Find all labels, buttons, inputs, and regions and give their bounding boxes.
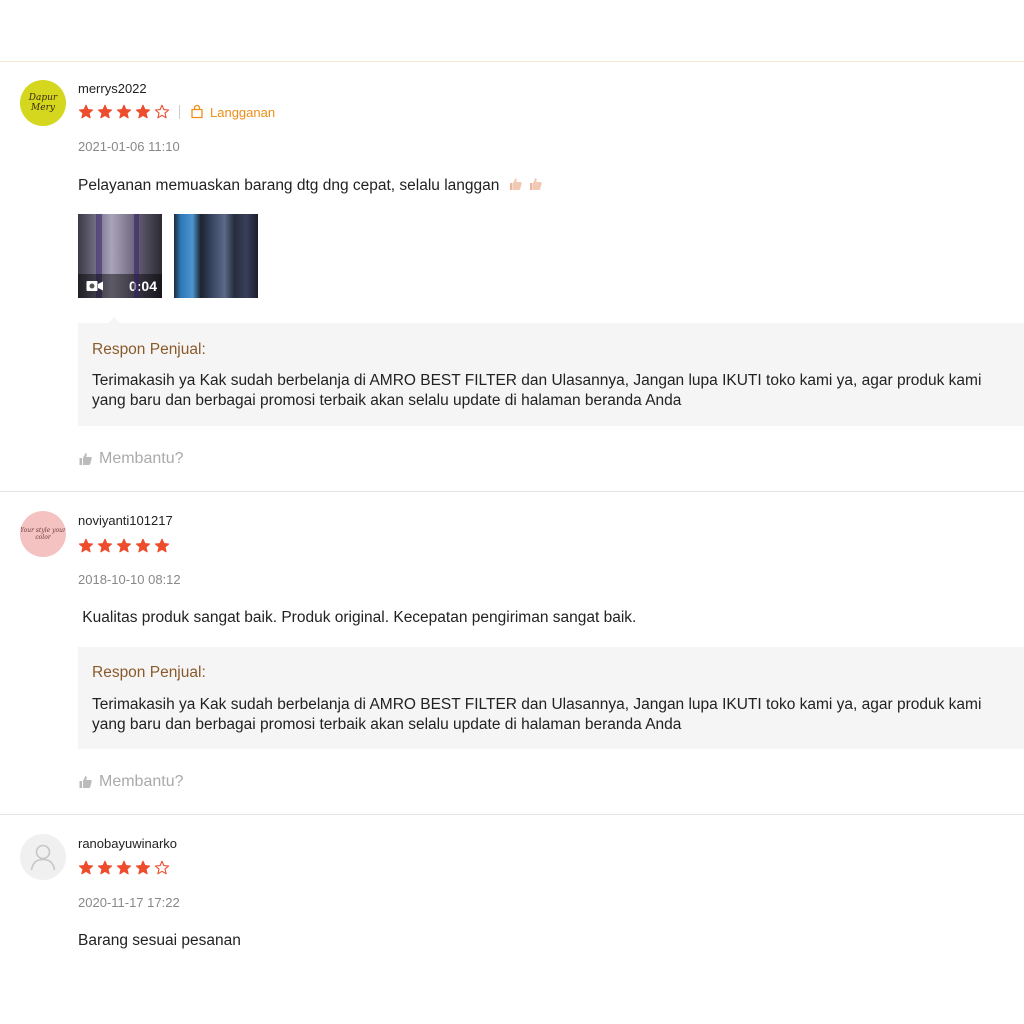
review-divider	[0, 814, 1024, 815]
video-camera-icon	[86, 281, 103, 291]
star-filled-icon	[78, 860, 97, 876]
avatar-logo-text: Your style your color	[20, 527, 66, 541]
rating-stars	[78, 859, 173, 877]
thumbs-up-icon	[79, 453, 92, 465]
variant-separator	[179, 105, 180, 119]
review-datetime: 2021-01-06 11:10	[78, 139, 180, 154]
reply-notch	[108, 317, 120, 323]
star-filled-icon	[154, 538, 173, 554]
star-filled-icon	[97, 860, 116, 876]
video-duration: 0:04	[128, 278, 157, 294]
review-datetime: 2018-10-10 08:12	[78, 572, 181, 587]
helpful-label: Membantu?	[99, 773, 184, 790]
username[interactable]: ranobayuwinarko	[78, 836, 177, 851]
star-filled-icon	[97, 538, 116, 554]
review-comment: Pelayanan memuaskan barang dtg dng cepat…	[78, 176, 544, 195]
seller-response: Respon Penjual: Terimakasih ya Kak sudah…	[78, 647, 1024, 749]
star-filled-icon	[135, 104, 154, 120]
review-comment: Barang sesuai pesanan	[78, 932, 241, 949]
seller-response-title: Respon Penjual:	[92, 664, 206, 681]
review-photo-thumbnail[interactable]	[174, 214, 258, 298]
top-divider	[0, 61, 1024, 62]
avatar-logo-text: Dapur Mery	[28, 93, 58, 113]
variant-info: Langganan	[190, 105, 275, 120]
avatar[interactable]: Dapur Mery	[20, 80, 66, 126]
review-comment: Kualitas produk sangat baik. Produk orig…	[78, 609, 637, 626]
avatar[interactable]: Your style your color	[20, 511, 66, 557]
avatar[interactable]	[20, 834, 66, 880]
rating-stars: Langganan	[78, 103, 275, 121]
star-filled-icon	[116, 538, 135, 554]
seller-response-text: Terimakasih ya Kak sudah berbelanja di A…	[92, 696, 982, 733]
star-filled-icon	[116, 860, 135, 876]
star-filled-icon	[116, 104, 135, 120]
star-empty-icon	[154, 104, 173, 120]
variant-label: Langganan	[210, 104, 276, 120]
star-filled-icon	[78, 104, 97, 120]
seller-response: Respon Penjual: Terimakasih ya Kak sudah…	[78, 317, 1024, 426]
star-filled-icon	[135, 860, 154, 876]
seller-response-text: Terimakasih ya Kak sudah berbelanja di A…	[92, 372, 982, 409]
seller-response-title: Respon Penjual:	[92, 341, 206, 358]
helpful-button[interactable]: Membantu?	[78, 773, 184, 791]
rating-stars	[78, 537, 173, 555]
video-overlay: 0:04	[78, 274, 162, 298]
thumbs-up-icon	[529, 178, 542, 190]
helpful-label: Membantu?	[99, 450, 184, 467]
default-user-icon	[30, 844, 56, 871]
username[interactable]: merrys2022	[78, 81, 147, 96]
star-filled-icon	[97, 104, 116, 120]
username[interactable]: noviyanti101217	[78, 513, 173, 528]
thumbs-up-icon	[79, 776, 92, 788]
star-filled-icon	[135, 538, 154, 554]
helpful-button[interactable]: Membantu?	[78, 450, 184, 468]
review-media: 0:04	[78, 214, 258, 298]
review-video-thumbnail[interactable]: 0:04	[78, 214, 162, 298]
shopping-bag-icon	[191, 105, 203, 119]
thumbs-up-icon	[509, 178, 522, 190]
comment-text: Pelayanan memuaskan barang dtg dng cepat…	[78, 177, 500, 194]
review-datetime: 2020-11-17 17:22	[78, 895, 180, 910]
star-filled-icon	[78, 538, 97, 554]
review-divider	[0, 491, 1024, 492]
star-empty-icon	[154, 860, 173, 876]
